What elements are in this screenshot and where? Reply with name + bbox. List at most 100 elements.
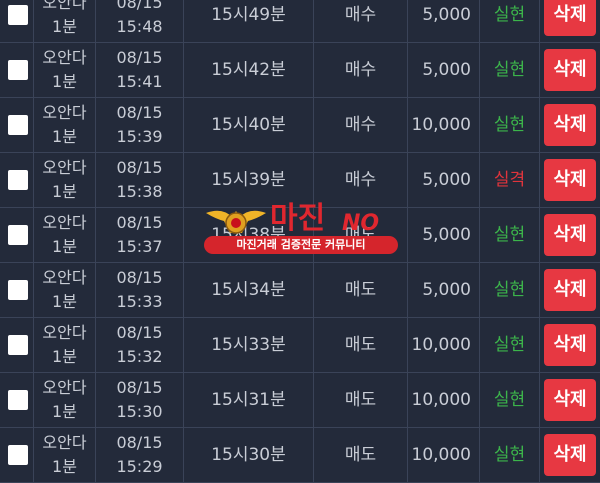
symbol-name: 오안다 xyxy=(42,268,87,287)
symbol-interval: 1분 xyxy=(52,17,77,36)
symbol-name: 오안다 xyxy=(42,103,87,122)
delete-button[interactable]: 삭제 xyxy=(544,434,596,476)
trade-type: 매도 xyxy=(344,335,377,355)
trade-time: 15:39 xyxy=(116,127,163,146)
table-row: 오안다 1분 08/15 15:32 15시33분 매도 10,000 실현 삭제 xyxy=(0,318,600,373)
row-checkbox[interactable] xyxy=(8,445,28,465)
trade-result: 실격 xyxy=(493,170,526,190)
trade-date: 08/15 xyxy=(116,433,163,452)
delete-button[interactable]: 삭제 xyxy=(544,104,596,146)
trade-type: 매수 xyxy=(344,5,377,25)
delete-button[interactable]: 삭제 xyxy=(544,214,596,256)
trade-date: 08/15 xyxy=(116,158,163,177)
symbol-interval: 1분 xyxy=(52,182,77,201)
trade-date: 08/15 xyxy=(116,0,163,12)
round-time: 15시34분 xyxy=(211,280,286,300)
trade-time: 15:38 xyxy=(116,182,163,201)
round-time: 15시42분 xyxy=(211,60,286,80)
symbol-interval: 1분 xyxy=(52,292,77,311)
row-checkbox[interactable] xyxy=(8,390,28,410)
symbol-name: 오안다 xyxy=(42,378,87,397)
watermark-subtitle: NO xyxy=(342,211,380,236)
table-row: 오안다 1분 08/15 15:41 15시42분 매수 5,000 실현 삭제 xyxy=(0,43,600,98)
trade-amount: 10,000 xyxy=(411,390,471,410)
trade-result: 실현 xyxy=(493,445,526,465)
round-time: 15시31분 xyxy=(211,390,286,410)
row-checkbox[interactable] xyxy=(8,115,28,135)
row-checkbox[interactable] xyxy=(8,5,28,25)
trade-type: 매수 xyxy=(344,60,377,80)
trade-time: 15:32 xyxy=(116,347,163,366)
trade-result: 실현 xyxy=(493,335,526,355)
trade-date: 08/15 xyxy=(116,268,163,287)
symbol-interval: 1분 xyxy=(52,127,77,146)
trade-result: 실현 xyxy=(493,390,526,410)
delete-button[interactable]: 삭제 xyxy=(544,324,596,366)
watermark-banner: 마진거래 검증전문 커뮤니티 xyxy=(204,236,398,254)
trade-type: 매도 xyxy=(344,280,377,300)
delete-button[interactable]: 삭제 xyxy=(544,159,596,201)
watermark-title: 마진 xyxy=(270,201,326,236)
trade-amount: 10,000 xyxy=(411,445,471,465)
symbol-name: 오안다 xyxy=(42,323,87,342)
symbol-interval: 1분 xyxy=(52,237,77,256)
trade-type: 매수 xyxy=(344,115,377,135)
delete-button[interactable]: 삭제 xyxy=(544,379,596,421)
trade-amount: 10,000 xyxy=(411,115,471,135)
row-checkbox[interactable] xyxy=(8,170,28,190)
table-row: 오안다 1분 08/15 15:38 15시39분 매수 5,000 실격 삭제 xyxy=(0,153,600,208)
trade-amount: 5,000 xyxy=(422,225,471,245)
row-checkbox[interactable] xyxy=(8,280,28,300)
trade-amount: 5,000 xyxy=(422,60,471,80)
trade-type: 매도 xyxy=(344,445,377,465)
row-checkbox[interactable] xyxy=(8,60,28,80)
watermark-logo: 마진 NO 마진거래 검증전문 커뮤니티 xyxy=(202,201,402,255)
row-checkbox[interactable] xyxy=(8,225,28,245)
trade-time: 15:48 xyxy=(116,17,163,36)
round-time: 15시39분 xyxy=(211,170,286,190)
trade-amount: 5,000 xyxy=(422,280,471,300)
symbol-interval: 1분 xyxy=(52,347,77,366)
delete-button[interactable]: 삭제 xyxy=(544,49,596,91)
table-row: 오안다 1분 08/15 15:29 15시30분 매도 10,000 실현 삭제 xyxy=(0,428,600,483)
row-checkbox[interactable] xyxy=(8,335,28,355)
round-time: 15시30분 xyxy=(211,445,286,465)
trade-amount: 5,000 xyxy=(422,5,471,25)
symbol-interval: 1분 xyxy=(52,457,77,476)
delete-button[interactable]: 삭제 xyxy=(544,269,596,311)
trade-time: 15:37 xyxy=(116,237,163,256)
symbol-name: 오안다 xyxy=(42,48,87,67)
trade-date: 08/15 xyxy=(116,378,163,397)
trade-date: 08/15 xyxy=(116,323,163,342)
trade-result: 실현 xyxy=(493,60,526,80)
trade-type: 매도 xyxy=(344,390,377,410)
trade-result: 실현 xyxy=(493,280,526,300)
trade-time: 15:30 xyxy=(116,402,163,421)
trade-result: 실현 xyxy=(493,225,526,245)
symbol-name: 오안다 xyxy=(42,213,87,232)
trade-result: 실현 xyxy=(493,5,526,25)
trade-amount: 10,000 xyxy=(411,335,471,355)
round-time: 15시33분 xyxy=(211,335,286,355)
trade-type: 매수 xyxy=(344,170,377,190)
symbol-name: 오안다 xyxy=(42,433,87,452)
trade-result: 실현 xyxy=(493,115,526,135)
trade-time: 15:33 xyxy=(116,292,163,311)
trade-date: 08/15 xyxy=(116,103,163,122)
delete-button[interactable]: 삭제 xyxy=(544,0,596,36)
symbol-interval: 1분 xyxy=(52,402,77,421)
trade-date: 08/15 xyxy=(116,213,163,232)
round-time: 15시49분 xyxy=(211,5,286,25)
table-row: 오안다 1분 08/15 15:30 15시31분 매도 10,000 실현 삭제 xyxy=(0,373,600,428)
symbol-interval: 1분 xyxy=(52,72,77,91)
table-row: 오안다 1분 08/15 15:33 15시34분 매도 5,000 실현 삭제 xyxy=(0,263,600,318)
trade-time: 15:29 xyxy=(116,457,163,476)
table-row: 오안다 1분 08/15 15:39 15시40분 매수 10,000 실현 삭제 xyxy=(0,98,600,153)
symbol-name: 오안다 xyxy=(42,0,87,12)
round-time: 15시40분 xyxy=(211,115,286,135)
trade-amount: 5,000 xyxy=(422,170,471,190)
trade-time: 15:41 xyxy=(116,72,163,91)
table-row: 오안다 1분 08/15 15:48 15시49분 매수 5,000 실현 삭제 xyxy=(0,0,600,43)
symbol-name: 오안다 xyxy=(42,158,87,177)
trade-date: 08/15 xyxy=(116,48,163,67)
